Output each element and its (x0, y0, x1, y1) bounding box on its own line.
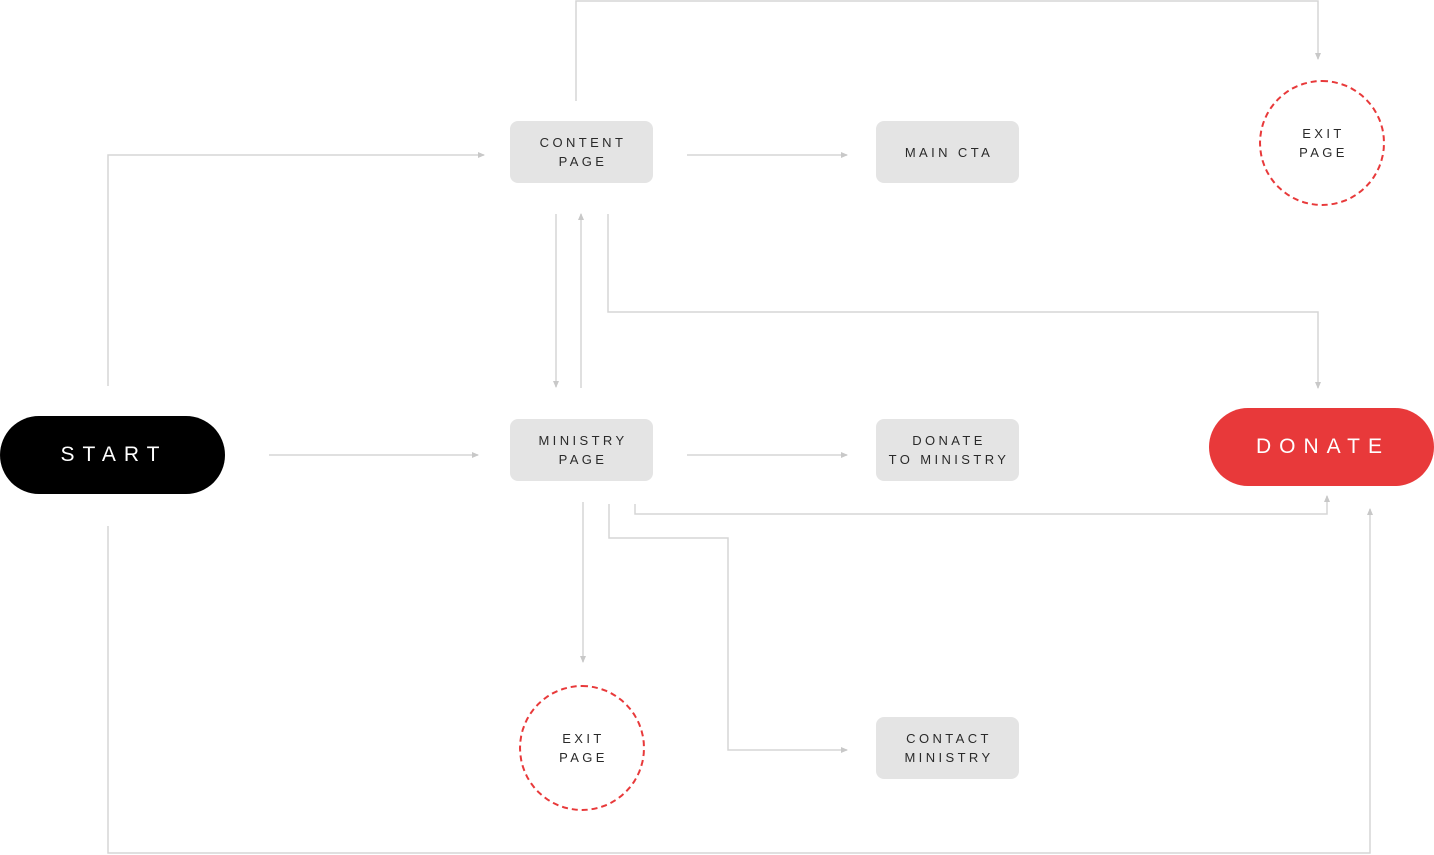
edge-start-to-donate (107, 508, 1373, 854)
main-cta-label: MAIN CTA (904, 144, 994, 160)
donate-to-ministry-label-line1: DONATE (912, 433, 986, 448)
ministry-page-node[interactable]: MINISTRY PAGE (510, 419, 653, 481)
exit-page-top-node[interactable]: EXIT PAGE (1259, 80, 1385, 206)
edge-content-page-to-exit-page (575, 0, 1321, 101)
edge-ministry-page-to-contact-ministry (608, 504, 848, 753)
edge-content-page-to-donate (607, 214, 1321, 389)
content-page-label-line1: CONTENT (539, 135, 627, 150)
ministry-page-label-line2: PAGE (558, 452, 608, 467)
donate-to-ministry-node[interactable]: DONATE TO MINISTRY (876, 419, 1019, 481)
main-cta-node[interactable]: MAIN CTA (876, 121, 1019, 183)
content-page-label-line2: PAGE (558, 154, 608, 169)
exit-page-bottom-label-line2: PAGE (559, 750, 608, 765)
content-page-node[interactable]: CONTENT PAGE (510, 121, 653, 183)
start-label: START (60, 443, 168, 466)
exit-page-bottom-label-line1: EXIT (562, 731, 605, 746)
edge-start-to-content-page (107, 152, 485, 386)
edge-ministry-page-to-donate (634, 495, 1330, 515)
exit-page-top-label-line2: PAGE (1299, 145, 1348, 160)
contact-ministry-label-line2: MINISTRY (904, 750, 994, 765)
donate-label: DONATE (1256, 435, 1390, 458)
ministry-page-label-line1: MINISTRY (538, 433, 628, 448)
donate-to-ministry-label-line2: TO MINISTRY (888, 452, 1010, 467)
exit-page-top-label-line1: EXIT (1302, 126, 1345, 141)
exit-page-bottom-node[interactable]: EXIT PAGE (519, 685, 645, 811)
donate-node[interactable]: DONATE (1209, 408, 1434, 486)
start-node[interactable]: START (0, 416, 225, 494)
contact-ministry-label-line1: CONTACT (906, 731, 992, 746)
contact-ministry-node[interactable]: CONTACT MINISTRY (876, 717, 1019, 779)
